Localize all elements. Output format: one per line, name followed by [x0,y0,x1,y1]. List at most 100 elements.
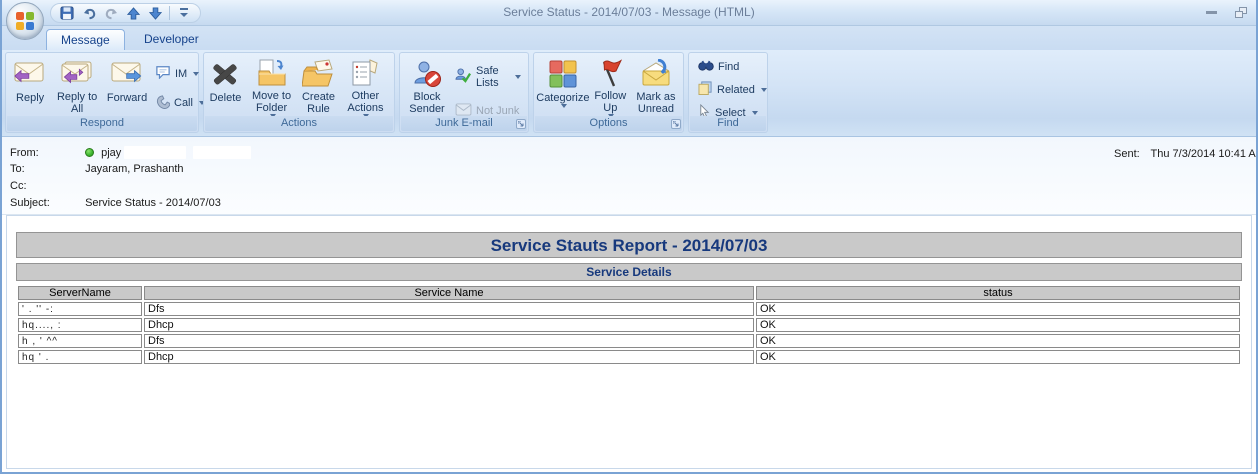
server-name-redacted: ' . '' -: [22,304,54,315]
delete-button[interactable]: Delete [206,55,245,115]
call-icon [155,94,170,112]
restore-button[interactable] [1230,4,1252,20]
from-value: pjay [101,147,121,159]
junk-dialog-launcher[interactable] [516,119,526,129]
column-header-service-name: Service Name [144,286,754,300]
categorize-button[interactable]: Categorize [536,55,590,115]
group-label-options: Options [535,116,682,131]
find-button[interactable]: Find [695,57,765,77]
group-label-junk-email: Junk E-mail [401,116,527,131]
block-sender-button[interactable]: Block Sender [402,55,452,115]
reply-button[interactable]: Reply [8,55,52,115]
group-actions: Delete Move to Folder Create Rule [203,52,395,133]
delete-icon [211,58,239,90]
mark-as-unread-icon [640,58,672,89]
from-row: From: pjay [10,146,251,160]
window-title: Service Status - 2014/07/03 - Message (H… [2,5,1256,19]
title-bar: Service Status - 2014/07/03 - Message (H… [2,0,1256,26]
restore-icon [1235,7,1247,18]
office-button[interactable] [6,2,44,40]
service-name-cell: Dfs [144,334,754,348]
group-options: Categorize Follow Up Mark as Unread Opti… [533,52,684,133]
related-icon [698,81,713,98]
dropdown-arrow-icon [752,111,758,115]
safe-lists-button[interactable]: Safe Lists [452,63,524,91]
table-row: hq ' . Dhcp OK [18,350,1240,364]
group-label-respond: Respond [7,116,197,131]
window-controls [1200,4,1252,20]
follow-up-icon [596,58,624,88]
cc-label: Cc: [10,180,82,192]
status-cell: OK [756,302,1240,316]
table-row: h , ' ^^ Dfs OK [18,334,1240,348]
safe-lists-icon [455,68,472,86]
minimize-button[interactable] [1200,4,1222,20]
server-name-redacted: hq...., : [22,320,62,331]
outlook-message-window: Service Status - 2014/07/03 - Message (H… [0,0,1258,474]
block-sender-icon [411,58,443,89]
redaction-box [124,146,186,159]
call-button[interactable]: Call [152,92,196,114]
table-header-row: ServerName Service Name status [18,286,1240,300]
mark-as-unread-button[interactable]: Mark as Unread [631,55,681,115]
group-find: Find Related Select Find [688,52,768,133]
redaction-box [193,146,251,159]
service-status-table: ServerName Service Name status ' . '' -:… [16,284,1242,366]
office-logo-icon [16,12,34,30]
dropdown-arrow-icon [761,88,767,92]
create-rule-button[interactable]: Create Rule [298,55,339,115]
forward-icon [110,58,144,90]
message-body: Service Stauts Report - 2014/07/03 Servi… [6,215,1252,469]
forward-button[interactable]: Forward [102,55,152,115]
to-label: To: [10,163,82,175]
service-name-cell: Dfs [144,302,754,316]
create-rule-icon [302,58,334,89]
sent-label: Sent: [1114,148,1140,160]
sent-value: Thu 7/3/2014 10:41 AM [1151,148,1258,160]
reply-to-all-button[interactable]: Reply to All [52,55,102,115]
status-cell: OK [756,350,1240,364]
ribbon: Reply Reply to All Forward [2,50,1256,137]
subject-label: Subject: [10,197,82,209]
dropdown-arrow-icon [561,104,567,108]
status-cell: OK [756,334,1240,348]
sent-row: Sent: Thu 7/3/2014 10:41 AM [1114,148,1258,160]
status-cell: OK [756,318,1240,332]
im-icon [155,65,171,82]
from-label: From: [10,147,82,159]
service-name-cell: Dhcp [144,350,754,364]
minimize-icon [1206,11,1217,14]
options-dialog-launcher[interactable] [671,119,681,129]
reply-all-icon [59,58,95,89]
follow-up-button[interactable]: Follow Up [590,55,631,115]
server-name-redacted: h , ' ^^ [22,336,58,347]
table-row: hq...., : Dhcp OK [18,318,1240,332]
service-details-banner: Service Details [16,263,1242,281]
subject-row: Subject: Service Status - 2014/07/03 [10,197,221,211]
column-header-servername: ServerName [18,286,142,300]
other-actions-icon [350,58,380,88]
related-button[interactable]: Related [695,79,765,100]
categorize-icon [548,58,578,90]
service-name-cell: Dhcp [144,318,754,332]
report-title-banner: Service Stauts Report - 2014/07/03 [16,232,1242,258]
subject-value: Service Status - 2014/07/03 [85,197,221,209]
cc-row: Cc: [10,180,82,194]
dropdown-arrow-icon [515,75,521,79]
reply-icon [13,58,47,90]
im-button[interactable]: IM [152,63,196,84]
dropdown-arrow-icon [193,72,199,76]
tab-message[interactable]: Message [46,29,125,50]
ribbon-tab-row: Message Developer [2,26,1256,50]
group-label-find: Find [690,116,766,131]
find-icon [698,59,714,75]
move-to-folder-button[interactable]: Move to Folder [245,55,298,115]
to-row: To: Jayaram, Prashanth [10,163,184,177]
column-header-status: status [756,286,1240,300]
other-actions-button[interactable]: Other Actions [339,55,392,115]
tab-developer[interactable]: Developer [130,29,213,50]
move-to-folder-icon [256,58,288,88]
group-junk-email: Block Sender Safe Lists Not Ju [399,52,529,133]
group-respond: Reply Reply to All Forward [5,52,199,133]
message-header: From: pjay To: Jayaram, Prashanth Cc: Su… [2,137,1256,215]
